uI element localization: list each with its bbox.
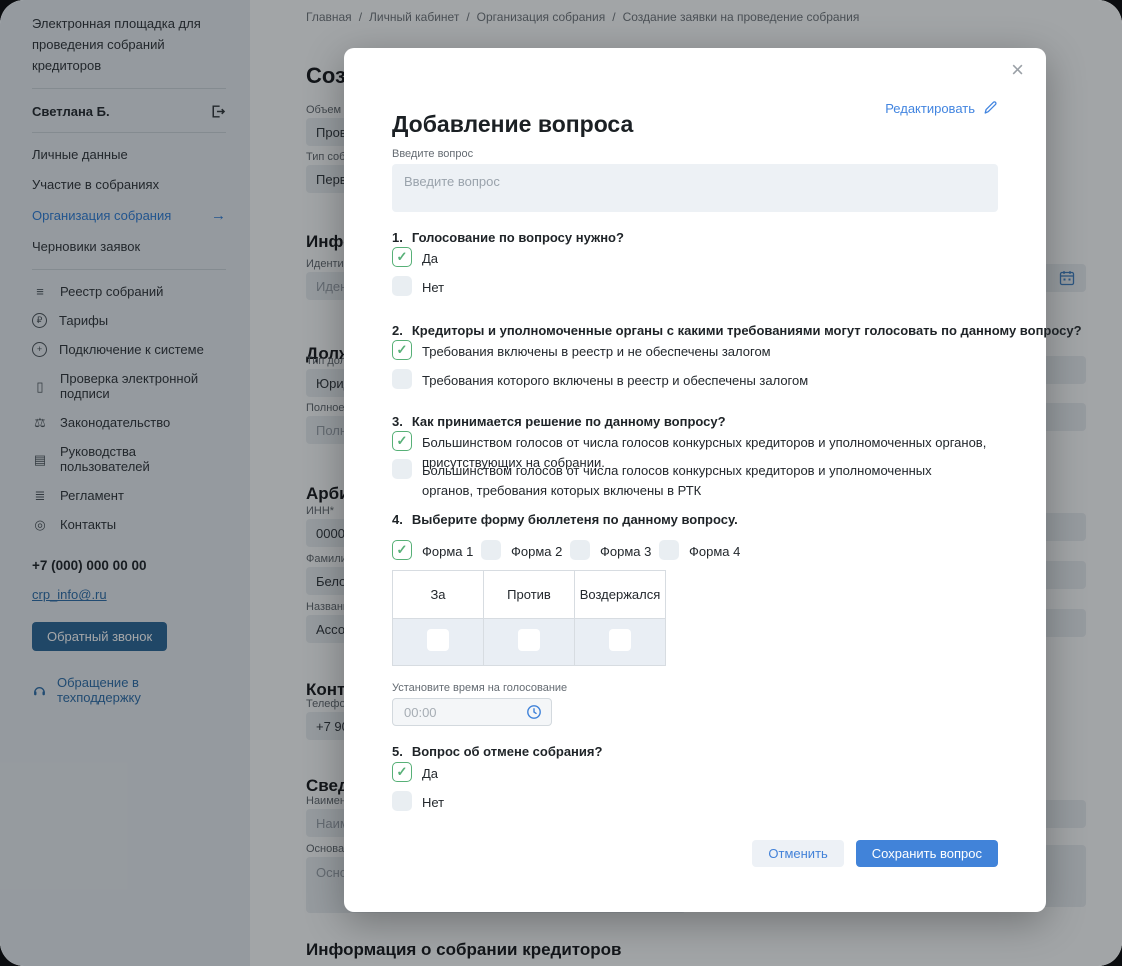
checkbox-unchecked-icon[interactable]: [659, 540, 679, 560]
ballot-header-for: За: [393, 571, 484, 619]
question-5-title: 5.Вопрос об отмене собрания?: [392, 744, 602, 759]
q5-option-yes[interactable]: Да: [392, 762, 438, 784]
modal-title: Добавление вопроса: [392, 111, 633, 138]
q4-form-4[interactable]: Форма 4: [659, 540, 740, 562]
q4-form-3[interactable]: Форма 3: [570, 540, 651, 562]
close-icon[interactable]: ×: [1005, 58, 1030, 82]
ballot-form-table: За Против Воздержался: [392, 570, 666, 666]
q3-option-2[interactable]: Большинством голосов от числа голосов ко…: [392, 459, 972, 500]
pencil-icon: [982, 100, 998, 116]
add-question-modal: × Добавление вопроса Редактировать Введи…: [344, 48, 1046, 912]
checkbox-unchecked-icon[interactable]: [392, 459, 412, 479]
edit-question-link[interactable]: Редактировать: [885, 100, 998, 116]
checkbox-unchecked-icon[interactable]: [392, 276, 412, 296]
ballot-header-abstained: Воздержался: [575, 571, 666, 619]
question-input-label: Введите вопрос: [392, 148, 473, 160]
checkbox-checked-icon[interactable]: [392, 540, 412, 560]
q2-option-1[interactable]: Требования включены в реестр и не обеспе…: [392, 340, 771, 362]
checkbox-unchecked-icon[interactable]: [392, 791, 412, 811]
clock-icon[interactable]: [526, 704, 542, 720]
question-textarea[interactable]: [392, 164, 998, 212]
q4-form-2[interactable]: Форма 2: [481, 540, 562, 562]
voting-time-input[interactable]: [402, 704, 520, 721]
time-label: Установите время на голосование: [392, 682, 567, 694]
question-1-title: 1.Голосование по вопросу нужно?: [392, 230, 624, 245]
q4-form-1[interactable]: Форма 1: [392, 540, 473, 562]
checkbox-checked-icon[interactable]: [392, 431, 412, 451]
checkbox-unchecked-icon[interactable]: [570, 540, 590, 560]
question-3-title: 3.Как принимается решение по данному воп…: [392, 414, 726, 429]
checkbox-unchecked-icon[interactable]: [392, 369, 412, 389]
q2-option-2[interactable]: Требования которого включены в реестр и …: [392, 369, 808, 391]
vote-abstained-checkbox[interactable]: [609, 629, 631, 651]
save-question-button[interactable]: Сохранить вопрос: [856, 840, 998, 867]
checkbox-checked-icon[interactable]: [392, 340, 412, 360]
table-row: [393, 619, 666, 666]
checkbox-unchecked-icon[interactable]: [481, 540, 501, 560]
ballot-header-against: Против: [484, 571, 575, 619]
vote-for-checkbox[interactable]: [427, 629, 449, 651]
q1-option-no[interactable]: Нет: [392, 276, 444, 298]
cancel-button[interactable]: Отменить: [752, 840, 843, 867]
modal-footer: Отменить Сохранить вопрос: [752, 840, 998, 867]
app-window: Электронная площадка для проведения собр…: [0, 0, 1122, 966]
checkbox-checked-icon[interactable]: [392, 762, 412, 782]
question-2-title: 2.Кредиторы и уполномоченные органы с ка…: [392, 323, 1082, 338]
q5-option-no[interactable]: Нет: [392, 791, 444, 813]
voting-time-field: [392, 698, 552, 726]
checkbox-checked-icon[interactable]: [392, 247, 412, 267]
q1-option-yes[interactable]: Да: [392, 247, 438, 269]
vote-against-checkbox[interactable]: [518, 629, 540, 651]
question-4-title: 4.Выберите форму бюллетеня по данному во…: [392, 512, 738, 527]
